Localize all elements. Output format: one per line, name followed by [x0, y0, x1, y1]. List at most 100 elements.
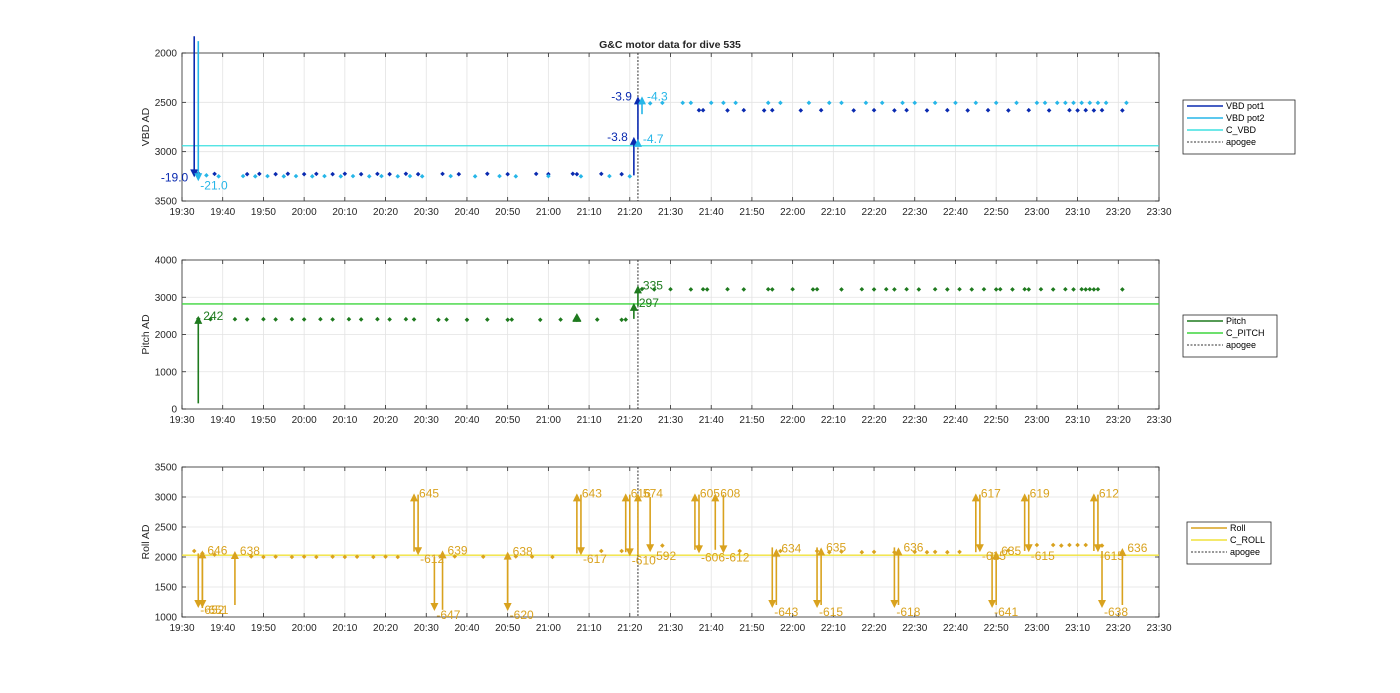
arrow-label: 639: [448, 543, 468, 557]
y-tick-label: 2500: [155, 523, 178, 534]
x-tick-label: 22:50: [984, 623, 1009, 634]
arrow-label: 643: [582, 486, 602, 500]
x-tick-label: 19:40: [210, 415, 235, 426]
x-tick-label: 23:30: [1146, 415, 1171, 426]
x-tick-label: 21:00: [536, 207, 561, 218]
x-tick-label: 23:30: [1146, 623, 1171, 634]
y-tick-label: 4000: [155, 256, 178, 267]
x-tick-label: 21:20: [617, 415, 642, 426]
arrow-label: -3.9: [611, 89, 632, 103]
y-tick-label: 3000: [155, 293, 178, 304]
x-tick-label: 21:40: [699, 207, 724, 218]
x-tick-label: 21:50: [739, 623, 764, 634]
legend-entry: apogee: [1226, 137, 1256, 147]
x-tick-label: 20:10: [332, 415, 357, 426]
y-tick-label: 2000: [155, 330, 178, 341]
y-tick-label: 1000: [155, 613, 178, 624]
arrow-label: -641: [994, 605, 1018, 619]
x-tick-label: 22:30: [902, 207, 927, 218]
x-tick-label: 23:20: [1106, 415, 1131, 426]
legend-entry: Roll: [1230, 523, 1246, 533]
x-tick-label: 20:40: [454, 207, 479, 218]
y-tick-label: 2500: [155, 98, 178, 109]
x-tick-label: 22:30: [902, 623, 927, 634]
x-tick-label: 23:30: [1146, 207, 1171, 218]
x-tick-label: 19:30: [169, 207, 194, 218]
x-tick-label: 22:10: [821, 623, 846, 634]
x-tick-label: 19:40: [210, 623, 235, 634]
x-tick-label: 21:50: [739, 207, 764, 218]
y-tick-label: 3000: [155, 147, 178, 158]
arrow-label: 646: [207, 543, 227, 557]
x-tick-label: 20:20: [373, 623, 398, 634]
x-tick-label: 22:00: [780, 623, 805, 634]
panel-3: 19:30 19:40 19:50 20:00 20:10 20:20 20:30 20:40…: [140, 463, 1272, 634]
arrow-label: 335: [643, 278, 663, 292]
x-tick-label: 20:30: [414, 207, 439, 218]
y-tick-label: 1500: [155, 583, 178, 594]
x-tick-label: 21:10: [577, 623, 602, 634]
y-axis-label: VBD AD: [140, 107, 152, 146]
panel-1: 19:30 19:40 19:50 20:00 20:10 20:20 20:30 20:40…: [140, 36, 1296, 218]
arrow-label: 619: [1030, 486, 1050, 500]
arrow-label: 635: [1001, 544, 1021, 558]
x-tick-label: 21:00: [536, 415, 561, 426]
x-tick-label: 19:50: [251, 207, 276, 218]
panel-2: 19:30 19:40 19:50 20:00 20:10 20:20 20:30 20:40…: [140, 256, 1278, 426]
x-tick-label: 22:40: [943, 207, 968, 218]
x-tick-label: 19:50: [251, 623, 276, 634]
x-tick-label: 20:30: [414, 623, 439, 634]
legend-entry: C_VBD: [1226, 125, 1257, 135]
arrow-label: -647: [436, 608, 460, 622]
arrow-label: -19.0: [161, 170, 189, 184]
figure-title: G&C motor data for dive 535: [599, 39, 741, 51]
arrow-label: -592: [652, 549, 676, 563]
x-tick-label: 19:50: [251, 415, 276, 426]
y-axis-label: Roll AD: [140, 524, 152, 559]
x-tick-label: 20:40: [454, 623, 479, 634]
arrow-label: -620: [510, 608, 534, 622]
x-tick-label: 23:00: [1024, 207, 1049, 218]
y-tick-label: 3500: [155, 197, 178, 208]
arrow-label: -615: [1031, 549, 1055, 563]
x-tick-label: 20:30: [414, 415, 439, 426]
legend-entry: VBD pot1: [1226, 101, 1265, 111]
x-tick-label: 20:20: [373, 207, 398, 218]
x-tick-label: 21:00: [536, 623, 561, 634]
x-tick-label: 19:40: [210, 207, 235, 218]
y-tick-label: 2000: [155, 553, 178, 564]
x-tick-label: 19:30: [169, 623, 194, 634]
legend-entry: apogee: [1230, 547, 1260, 557]
arrow-label: 634: [781, 542, 801, 556]
arrow-label: 242: [203, 309, 223, 323]
x-tick-label: 20:10: [332, 623, 357, 634]
arrow-label: -643: [774, 605, 798, 619]
x-tick-label: 23:00: [1024, 623, 1049, 634]
x-tick-label: 22:30: [902, 415, 927, 426]
x-tick-label: 23:20: [1106, 207, 1131, 218]
y-tick-label: 3500: [155, 463, 178, 474]
arrow-label: -618: [896, 605, 920, 619]
arrow-label: 612: [1099, 486, 1119, 500]
x-tick-label: 19:30: [169, 415, 194, 426]
legend-entry: Pitch: [1226, 316, 1246, 326]
arrow-label: -638: [1104, 605, 1128, 619]
x-tick-label: 21:30: [658, 207, 683, 218]
arrow-label: -612: [725, 550, 749, 564]
figure: G&C motor data for dive 535 19:30 19:40 19…: [140, 36, 1296, 634]
x-tick-label: 21:30: [658, 415, 683, 426]
x-tick-label: 22:40: [943, 623, 968, 634]
x-tick-label: 23:20: [1106, 623, 1131, 634]
x-tick-label: 21:50: [739, 415, 764, 426]
x-tick-label: 22:20: [862, 207, 887, 218]
legend-entry: C_ROLL: [1230, 535, 1265, 545]
x-tick-label: 20:10: [332, 207, 357, 218]
arrow-label: -615: [1100, 549, 1124, 563]
y-tick-label: 0: [171, 405, 177, 416]
x-tick-label: 20:20: [373, 415, 398, 426]
x-tick-label: 23:10: [1065, 623, 1090, 634]
arrow-label: 297: [639, 296, 659, 310]
x-tick-label: 20:50: [495, 207, 520, 218]
arrow-label: 645: [419, 486, 439, 500]
arrow-label: -615: [819, 605, 843, 619]
